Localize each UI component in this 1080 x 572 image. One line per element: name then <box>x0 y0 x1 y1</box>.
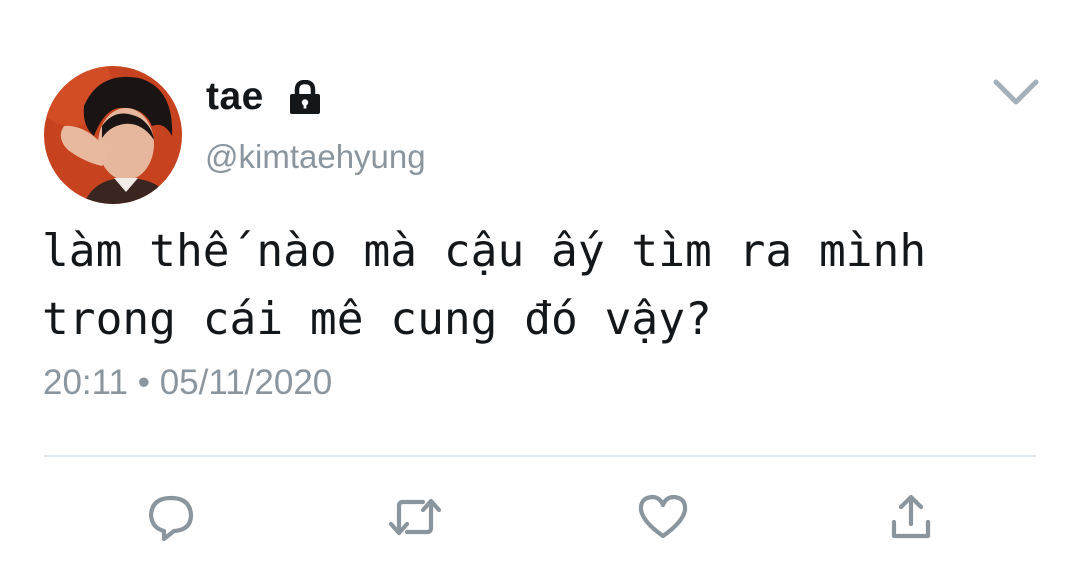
retweet-icon <box>388 498 442 536</box>
chevron-down-icon[interactable] <box>988 72 1044 112</box>
heart-icon <box>638 494 688 539</box>
reply-button[interactable] <box>141 487 201 547</box>
display-name[interactable]: tae <box>206 73 264 121</box>
share-icon <box>891 494 931 539</box>
user-handle[interactable]: @kimtaehyung <box>205 135 426 179</box>
like-button[interactable] <box>633 487 693 547</box>
share-button[interactable] <box>881 487 941 547</box>
divider <box>44 455 1036 457</box>
tweet-timestamp[interactable]: 20:11 • 05/11/2020 <box>43 360 332 406</box>
avatar[interactable] <box>44 66 182 204</box>
comment-icon <box>148 495 194 542</box>
lock-icon <box>290 80 320 114</box>
tweet-text: làm thế nào mà cậu ấy tìm ra mình trong … <box>42 226 927 345</box>
tweet-card: tae @kimtaehyung làm thế nào mà cậu ấy t… <box>0 0 1080 572</box>
retweet-button[interactable] <box>385 487 445 547</box>
avatar-photo <box>44 66 182 204</box>
